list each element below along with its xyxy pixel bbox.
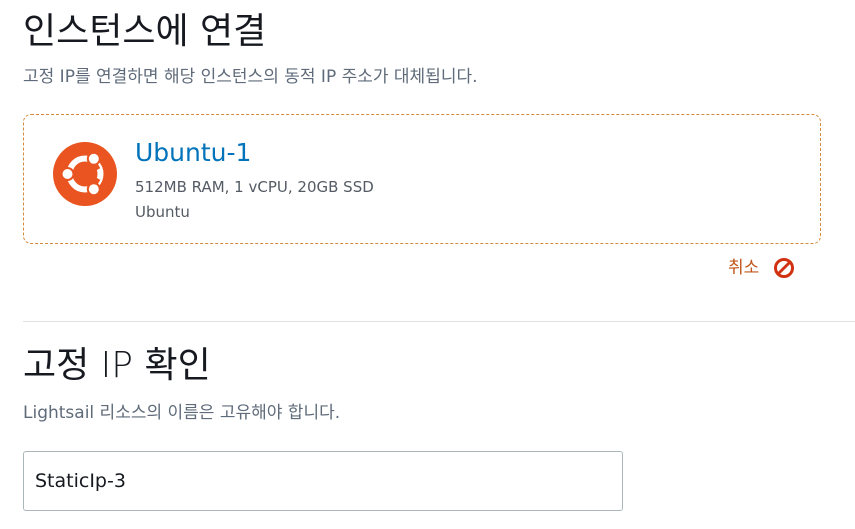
instance-os: Ubuntu: [135, 203, 190, 221]
ubuntu-logo-icon: [53, 142, 117, 206]
cancel-label: 취소: [728, 258, 760, 278]
confirm-static-ip-title: 고정 IP 확인: [23, 345, 211, 386]
attach-instance-description: 고정 IP를 연결하면 해당 인스턴스의 동적 IP 주소가 대체됩니다.: [23, 67, 478, 87]
cancel-button[interactable]: 취소: [728, 255, 795, 281]
instance-name[interactable]: Ubuntu-1: [135, 137, 251, 169]
instance-specs: 512MB RAM, 1 vCPU, 20GB SSD: [135, 178, 374, 196]
prohibited-icon: [774, 258, 795, 278]
selected-instance-card[interactable]: Ubuntu-1 512MB RAM, 1 vCPU, 20GB SSD Ubu…: [23, 114, 821, 244]
static-ip-name-input[interactable]: [23, 451, 623, 511]
attach-instance-title: 인스턴스에 연결: [23, 11, 267, 52]
section-divider: [23, 321, 855, 322]
confirm-static-ip-description: Lightsail 리소스의 이름은 고유해야 합니다.: [23, 403, 341, 423]
